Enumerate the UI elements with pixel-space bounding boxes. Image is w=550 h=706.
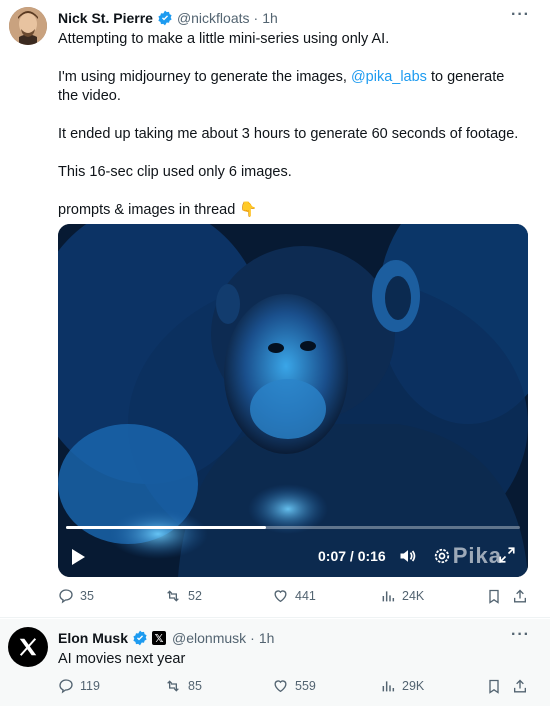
reply-button[interactable]: 35 [58, 588, 94, 604]
bookmark-button[interactable] [486, 678, 508, 695]
like-count: 441 [295, 589, 316, 603]
pointing-down-emoji-icon: 👇 [239, 202, 258, 218]
x-logo-icon [19, 638, 37, 656]
author-name[interactable]: Nick St. Pierre [58, 10, 153, 26]
video-timecode: 0:07 / 0:16 [318, 548, 386, 564]
heart-icon [274, 590, 287, 603]
repost-button[interactable]: 85 [164, 678, 202, 694]
more-options-icon[interactable]: ··· [511, 626, 530, 644]
video-player[interactable]: 0:07 / 0:16 Pika [58, 224, 528, 577]
reply-button[interactable]: 119 [58, 678, 100, 694]
share-button[interactable] [512, 678, 534, 695]
reply-icon [59, 589, 73, 604]
repost-count: 52 [188, 589, 202, 603]
verified-badge-icon [132, 630, 148, 646]
repost-icon [167, 590, 179, 602]
tweet-line: It ended up taking me about 3 hours to g… [58, 126, 519, 142]
views-count: 29K [402, 679, 425, 693]
tweet-line: I'm using midjourney to generate the ima… [58, 68, 528, 106]
author-name[interactable]: Elon Musk [58, 630, 128, 646]
video-controls: 0:07 / 0:16 Pika [58, 542, 528, 572]
like-button[interactable]: 559 [272, 678, 316, 694]
views-chart-icon [382, 591, 395, 602]
text-segment: I'm using midjourney to generate the ima… [58, 69, 351, 85]
pika-watermark: Pika [452, 543, 502, 568]
tweet-line: prompts & images in thread 👇 [58, 201, 528, 220]
play-icon[interactable] [70, 548, 86, 571]
avatar-image [9, 7, 47, 45]
author-handle[interactable]: @elonmusk [172, 630, 246, 646]
tweet-line: Attempting to make a little mini-series … [58, 31, 390, 47]
repost-icon [167, 680, 179, 692]
timestamp[interactable]: 1h [262, 10, 278, 26]
repost-button[interactable]: 52 [164, 588, 202, 604]
timestamp[interactable]: 1h [259, 630, 275, 646]
author-handle[interactable]: @nickfloats [177, 10, 250, 26]
tweet-line: This 16-sec clip used only 6 images. [58, 164, 292, 180]
separator-dot: · [253, 10, 259, 26]
mention-link[interactable]: @pika_labs [351, 69, 427, 85]
like-count: 559 [295, 679, 316, 693]
share-icon [514, 679, 526, 693]
reply-text: AI movies next year [58, 651, 186, 667]
affiliate-x-badge-icon: 𝕏 [152, 631, 167, 645]
repost-count: 85 [188, 679, 202, 693]
volume-icon[interactable] [398, 546, 418, 571]
bookmark-icon [489, 679, 499, 694]
main-tweet[interactable]: Nick St. Pierre @nickfloats · 1h ··· Att… [0, 0, 550, 618]
views-count: 24K [402, 589, 425, 603]
text-segment: prompts & images in thread [58, 202, 236, 218]
tweet-text: Attempting to make a little mini-series … [58, 30, 528, 239]
reply-actions: 119 85 559 29K [58, 678, 528, 700]
avatar[interactable] [8, 627, 48, 667]
verified-badge-icon [157, 10, 173, 26]
bookmark-button[interactable] [486, 588, 508, 605]
tweet-actions: 35 52 441 24K [58, 588, 528, 610]
video-progress-bar[interactable] [66, 526, 520, 529]
share-button[interactable] [512, 588, 534, 605]
views-chart-icon [382, 681, 395, 692]
reply-icon [59, 679, 73, 694]
video-progress-fill [66, 526, 266, 529]
chimpanzee-video-frame [58, 224, 528, 577]
reply-header: Elon Musk 𝕏 @elonmusk · 1h [58, 630, 274, 646]
separator-dot: · [250, 630, 255, 646]
heart-icon [274, 680, 287, 693]
tweet-header: Nick St. Pierre @nickfloats · 1h [58, 10, 278, 26]
views-button[interactable]: 24K [380, 588, 424, 604]
settings-gear-icon[interactable] [432, 546, 452, 571]
like-button[interactable]: 441 [272, 588, 316, 604]
share-icon [514, 589, 526, 603]
more-options-icon[interactable]: ··· [511, 6, 530, 24]
avatar[interactable] [9, 7, 47, 45]
fullscreen-icon[interactable] [498, 546, 516, 569]
views-button[interactable]: 29K [380, 678, 424, 694]
bookmark-icon [489, 589, 499, 604]
reply-count: 35 [80, 589, 94, 603]
reply-count: 119 [80, 679, 100, 693]
